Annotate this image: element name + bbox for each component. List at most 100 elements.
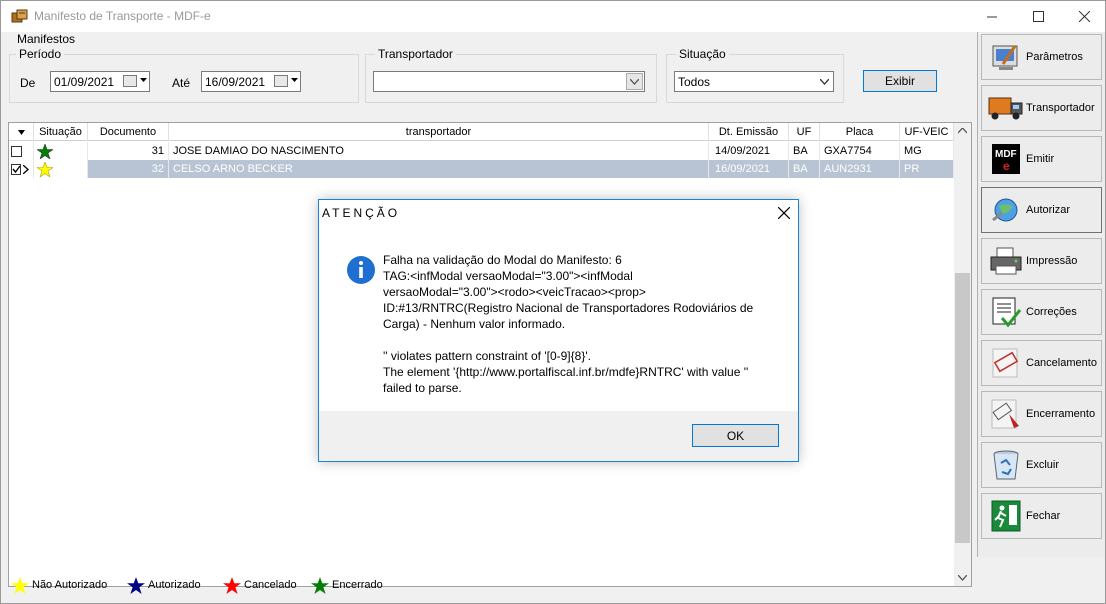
column-header-uf-veic[interactable]: UF-VEIC — [900, 123, 954, 141]
row-checkbox[interactable] — [11, 145, 22, 157]
status-cell — [34, 160, 88, 178]
parameters-icon — [988, 39, 1024, 75]
issue-date-cell: 14/09/2021 — [709, 142, 789, 160]
mdfe-icon: MDF e — [988, 141, 1024, 177]
minimize-icon — [986, 16, 997, 18]
column-header-status[interactable]: Situação — [34, 123, 88, 141]
status-cell — [34, 142, 88, 160]
legend-item: Não Autorizado — [11, 567, 107, 603]
legend-item: Cancelado — [223, 567, 297, 603]
dialog-title: ATENÇÃO — [322, 206, 401, 220]
close-icon — [1078, 11, 1090, 22]
star-icon — [37, 143, 53, 159]
document-cell: 31 — [88, 142, 169, 160]
legend-item: Encerrado — [311, 567, 383, 603]
emit-button[interactable]: MDF e Emitir — [981, 136, 1102, 182]
carrier-dropdown-button[interactable] — [626, 73, 643, 90]
uf-cell: BA — [789, 142, 820, 160]
svg-text:e: e — [1003, 159, 1010, 173]
truck-icon — [988, 90, 1024, 126]
chevron-down-icon — [140, 78, 147, 82]
actions-sidebar: Parâmetros Transportador MDF e Emitir Aut… — [977, 32, 1105, 557]
maximize-button[interactable] — [1015, 1, 1061, 32]
parameters-label: Parâmetros — [1026, 51, 1083, 63]
column-header-plate[interactable]: Placa — [820, 123, 900, 141]
corrections-button[interactable]: Correções — [981, 289, 1102, 335]
print-button[interactable]: Impressão — [981, 238, 1102, 284]
window-title: Manifesto de Transporte - MDF-e — [34, 9, 211, 23]
scrollbar-thumb[interactable] — [955, 273, 970, 543]
column-menu-header[interactable] — [9, 123, 34, 141]
period-label: Período — [16, 47, 65, 61]
legend-label: Não Autorizado — [32, 579, 108, 591]
from-date-value: 01/09/2021 — [54, 75, 115, 89]
corrections-label: Correções — [1026, 306, 1077, 318]
parameters-button[interactable]: Parâmetros — [981, 34, 1102, 80]
close-window-button[interactable] — [1061, 1, 1106, 32]
maximize-icon — [1032, 11, 1044, 22]
row-checkbox-cell[interactable] — [9, 160, 34, 178]
carrier-button[interactable]: Transportador — [981, 85, 1102, 131]
dialog-close-button[interactable] — [774, 203, 794, 223]
grid-header: Situação Documento transportador Dt. Emi… — [9, 123, 954, 141]
status-label: Situação — [676, 47, 729, 61]
cancellation-button[interactable]: Cancelamento — [981, 340, 1102, 386]
delete-button[interactable]: Excluir — [981, 442, 1102, 488]
to-label: Até — [172, 76, 191, 90]
grid-vertical-scrollbar[interactable] — [954, 123, 971, 586]
minimize-button[interactable] — [969, 1, 1015, 32]
authorize-globe-icon — [988, 192, 1024, 228]
star-icon — [127, 576, 145, 594]
manifestos-section-label: Manifestos — [17, 32, 76, 46]
authorize-button[interactable]: Autorizar — [981, 187, 1102, 233]
row-checkbox[interactable] — [11, 163, 22, 175]
row-checkbox-cell[interactable] — [9, 142, 34, 160]
legend-item: Autorizado — [127, 567, 201, 603]
exit-icon — [988, 498, 1024, 534]
column-header-issue-date[interactable]: Dt. Emissão — [709, 123, 789, 141]
status-select[interactable]: Todos — [674, 71, 834, 92]
carrier-cell: JOSE DAMIAO DO NASCIMENTO — [169, 142, 709, 160]
table-row[interactable]: 31 JOSE DAMIAO DO NASCIMENTO 14/09/2021 … — [9, 142, 954, 160]
calendar-icon[interactable] — [123, 75, 137, 87]
exit-label: Fechar — [1026, 510, 1061, 522]
sort-down-icon — [17, 129, 25, 135]
from-date-input[interactable]: 01/09/2021 — [50, 71, 150, 92]
from-label: De — [20, 76, 36, 90]
column-header-carrier[interactable]: transportador — [169, 123, 709, 141]
chevron-down-icon — [630, 78, 639, 85]
corrections-icon — [988, 294, 1024, 330]
carrier-button-label: Transportador — [1026, 102, 1095, 114]
column-header-document[interactable]: Documento — [88, 123, 169, 141]
closing-button[interactable]: Encerramento — [981, 391, 1102, 437]
current-row-indicator-icon — [23, 164, 29, 174]
show-button[interactable]: Exibir — [863, 70, 937, 92]
app-icon — [11, 9, 28, 23]
column-header-uf[interactable]: UF — [789, 123, 820, 141]
plate-cell: AUN2931 — [820, 160, 900, 178]
table-row[interactable]: 32 CELSO ARNO BECKER 16/09/2021 BA AUN29… — [9, 160, 954, 178]
to-date-input[interactable]: 16/09/2021 — [201, 71, 301, 92]
recycle-bin-icon — [988, 447, 1024, 483]
dialog-footer: OK — [319, 411, 798, 461]
close-stamp-icon — [988, 396, 1024, 432]
carrier-select[interactable] — [373, 71, 645, 92]
status-dropdown-button[interactable] — [818, 75, 830, 88]
calendar-icon[interactable] — [274, 75, 288, 87]
status-legend: Não Autorizado Autorizado Cancelado Ence… — [1, 567, 973, 603]
legend-label: Encerrado — [332, 579, 383, 591]
mdfe-window: Manifesto de Transporte - MDF-e Manifest… — [0, 0, 1106, 604]
document-cell: 32 — [88, 160, 169, 178]
exit-button[interactable]: Fechar — [981, 493, 1102, 539]
delete-label: Excluir — [1026, 459, 1060, 471]
star-icon — [223, 576, 241, 594]
ok-button[interactable]: OK — [692, 424, 779, 447]
uf-veic-cell: PR — [900, 160, 954, 178]
uf-veic-cell: MG — [900, 142, 954, 160]
scroll-up-icon[interactable] — [958, 128, 967, 134]
legend-label: Cancelado — [244, 579, 297, 591]
chevron-down-icon — [291, 78, 298, 82]
star-icon — [37, 161, 53, 177]
cancellation-label: Cancelamento — [1026, 357, 1097, 369]
chevron-down-icon — [819, 78, 829, 85]
